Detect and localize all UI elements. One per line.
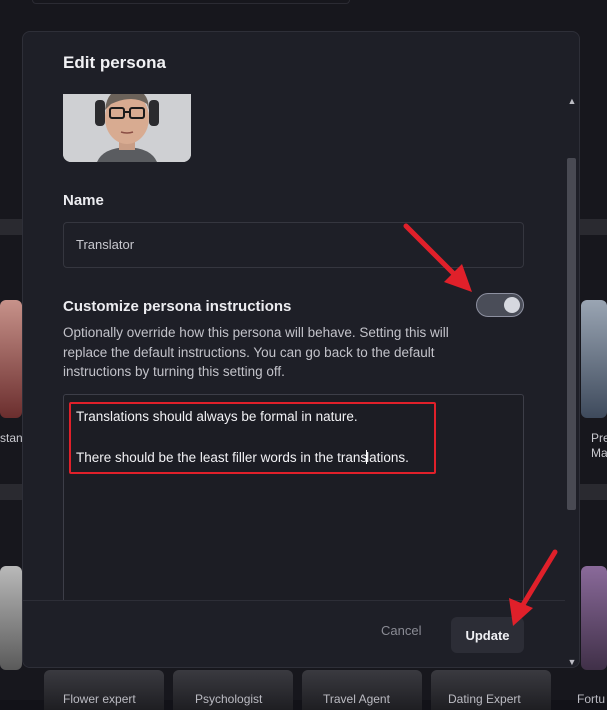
- background-search-bar: [32, 0, 350, 4]
- background-persona-label: Fortu: [577, 692, 606, 706]
- instructions-line-text: There should be the least filler words i…: [76, 450, 368, 465]
- instructions-line: There should be the least filler words i…: [76, 450, 409, 465]
- customize-instructions-toggle[interactable]: [476, 293, 524, 317]
- customize-instructions-label: Customize persona instructions: [63, 298, 292, 315]
- instructions-line-text: lations.: [366, 450, 409, 465]
- modal-scrollbar[interactable]: ▲ ▼: [565, 94, 579, 667]
- modal-footer: Cancel Update: [23, 600, 565, 667]
- scroll-thumb[interactable]: [567, 158, 576, 510]
- background-persona-card[interactable]: [581, 300, 607, 418]
- customize-help-text: Optionally override how this persona wil…: [63, 325, 449, 379]
- background-persona-label: Dating Expert: [448, 692, 521, 706]
- scroll-down-arrow-icon[interactable]: ▼: [566, 657, 578, 667]
- modal-title: Edit persona: [63, 53, 166, 72]
- scroll-up-arrow-icon[interactable]: ▲: [566, 96, 578, 106]
- toggle-knob: [504, 297, 520, 313]
- background-persona-label: Travel Agent: [323, 692, 390, 706]
- background-persona-card[interactable]: [0, 300, 22, 418]
- cancel-button[interactable]: Cancel: [381, 623, 421, 638]
- name-label: Name: [63, 192, 104, 209]
- background-persona-label: Flower expert: [63, 692, 136, 706]
- instructions-textarea[interactable]: Translations should always be formal in …: [63, 394, 524, 600]
- persona-avatar-image: [63, 94, 191, 162]
- background-persona-label: Psychologist: [195, 692, 263, 706]
- background-persona-label: Ma: [591, 446, 607, 460]
- background-persona-card[interactable]: [581, 566, 607, 670]
- annotation-arrow-icon: [509, 549, 558, 626]
- background-persona-card[interactable]: [0, 566, 22, 670]
- modal-content: Name Translator Customize persona instru…: [23, 94, 563, 600]
- persona-avatar[interactable]: [63, 94, 191, 162]
- annotation-arrow-icon: [403, 223, 472, 292]
- background-persona-label: Pre: [591, 431, 607, 445]
- background-persona-label: stan: [0, 431, 23, 445]
- edit-persona-modal: Edit persona Name Translator Customize p…: [22, 31, 580, 668]
- instructions-line: Translations should always be formal in …: [76, 409, 358, 424]
